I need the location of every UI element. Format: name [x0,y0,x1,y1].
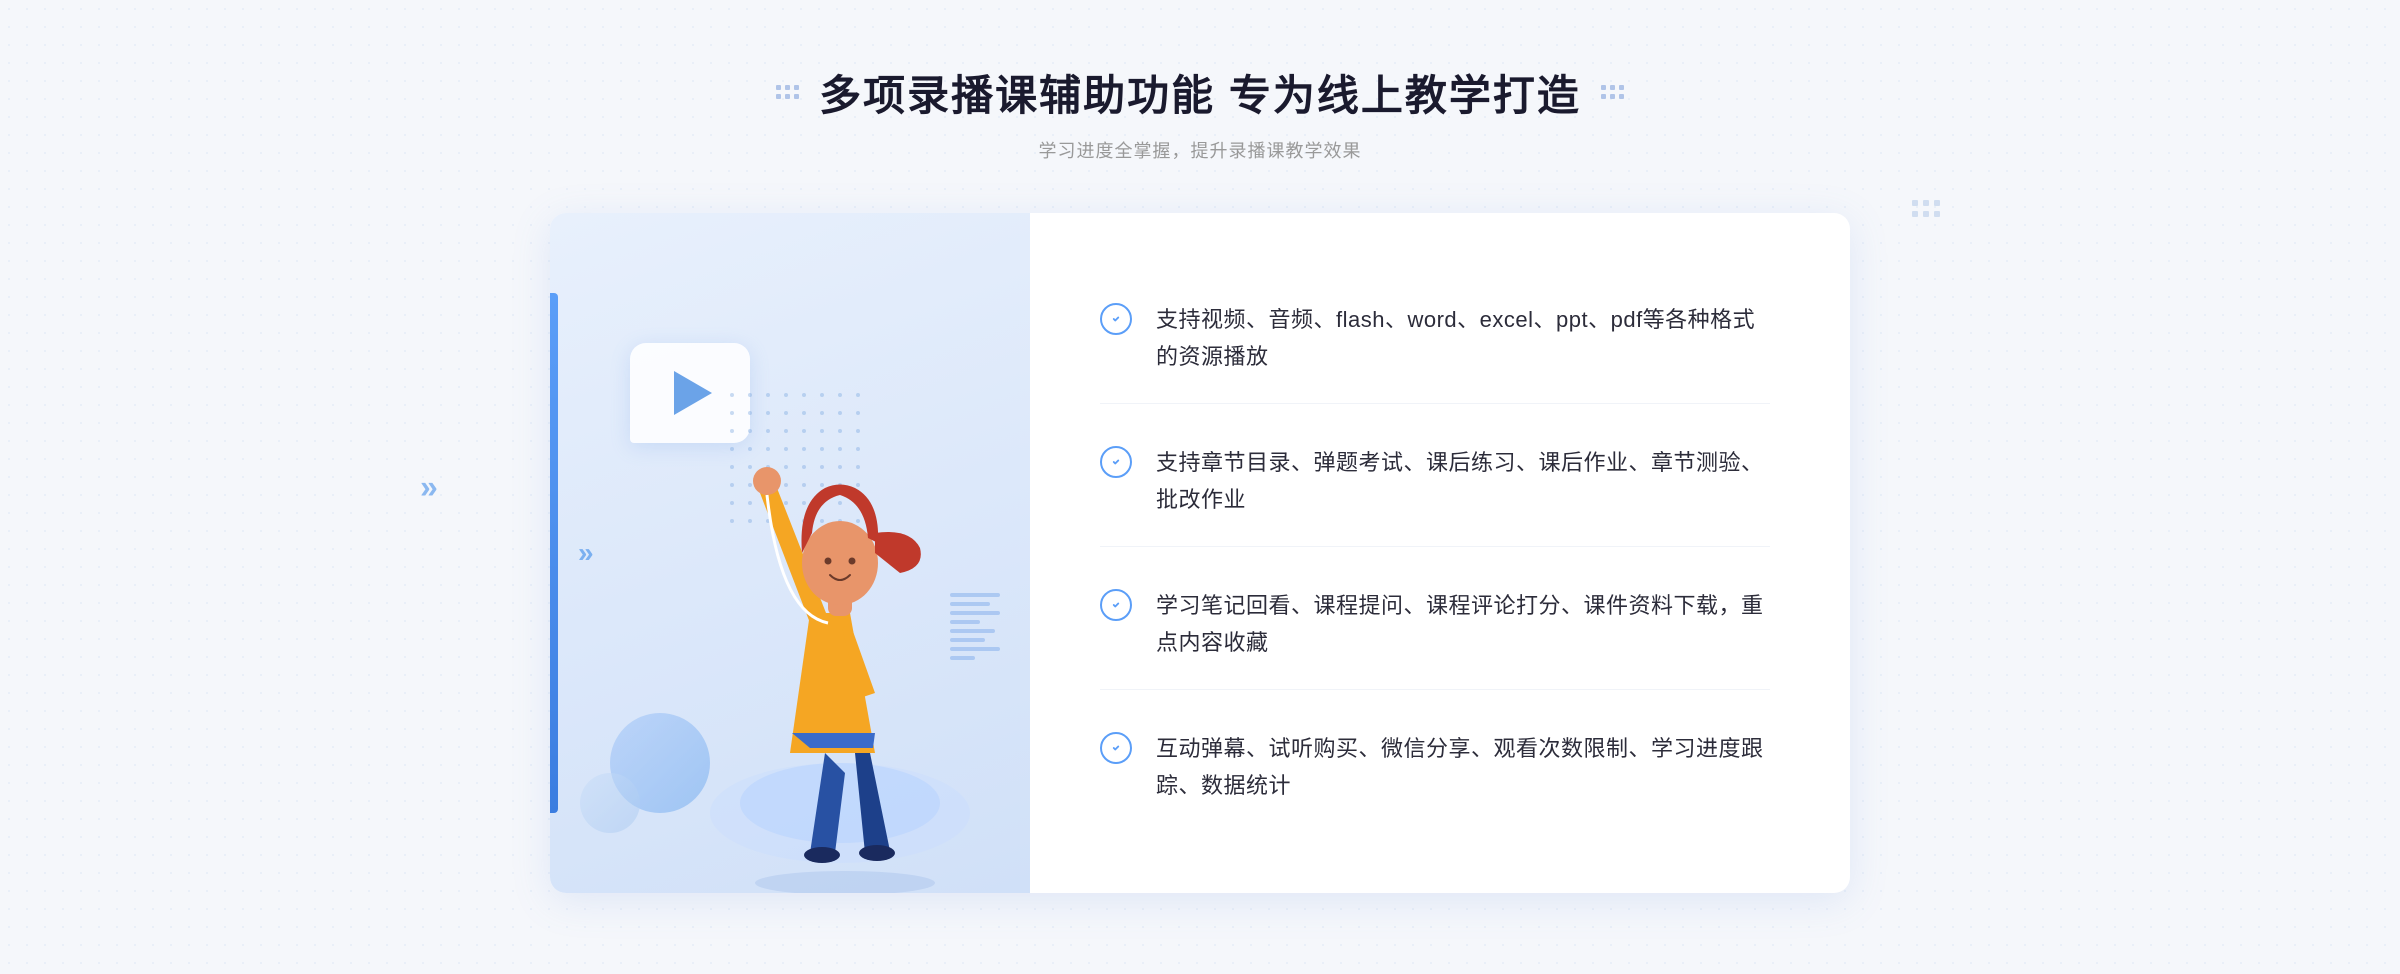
page-left-arrow-icon: » [420,469,438,506]
feature-item-4: 互动弹幕、试听购买、微信分享、观看次数限制、学习进度跟踪、数据统计 [1100,702,1770,833]
check-icon-2 [1100,446,1132,478]
content-card: » 支持视频、音频、flash、word、excel、ppt、pdf等各种格式的… [550,213,1850,893]
header-section: 多项录播课辅助功能 专为线上教学打造 学习进度全掌握，提升录播课教学效果 [776,62,1624,163]
check-icon-3 [1100,589,1132,621]
feature-text-4: 互动弹幕、试听购买、微信分享、观看次数限制、学习进度跟踪、数据统计 [1156,730,1770,805]
feature-item-2: 支持章节目录、弹题考试、课后练习、课后作业、章节测验、批改作业 [1100,416,1770,548]
title-decoration-left [776,85,799,99]
check-icon-1 [1100,303,1132,335]
blue-accent-bar [550,293,558,813]
subtitle: 学习进度全掌握，提升录播课教学效果 [776,137,1624,163]
chevron-left-icon: » [578,537,594,569]
feature-text-2: 支持章节目录、弹题考试、课后练习、课后作业、章节测验、批改作业 [1156,444,1770,519]
feature-text-1: 支持视频、音频、flash、word、excel、ppt、pdf等各种格式的资源… [1156,301,1770,376]
main-title: 多项录播课辅助功能 专为线上教学打造 [819,62,1581,123]
person-illustration [680,333,1000,893]
title-decoration-right [1601,85,1624,99]
deco-circle-small [580,773,640,833]
feature-item-1: 支持视频、音频、flash、word、excel、ppt、pdf等各种格式的资源… [1100,273,1770,405]
right-features-panel: 支持视频、音频、flash、word、excel、ppt、pdf等各种格式的资源… [1030,213,1850,893]
feature-item-3: 学习笔记回看、课程提问、课程评论打分、课件资料下载，重点内容收藏 [1100,559,1770,691]
title-row: 多项录播课辅助功能 专为线上教学打造 [776,62,1624,123]
left-illustration-panel: » [550,213,1030,893]
check-icon-4 [1100,732,1132,764]
feature-text-3: 学习笔记回看、课程提问、课程评论打分、课件资料下载，重点内容收藏 [1156,587,1770,662]
page-container: 多项录播课辅助功能 专为线上教学打造 学习进度全掌握，提升录播课教学效果 [0,0,2400,974]
top-right-decoration [1912,200,1940,217]
